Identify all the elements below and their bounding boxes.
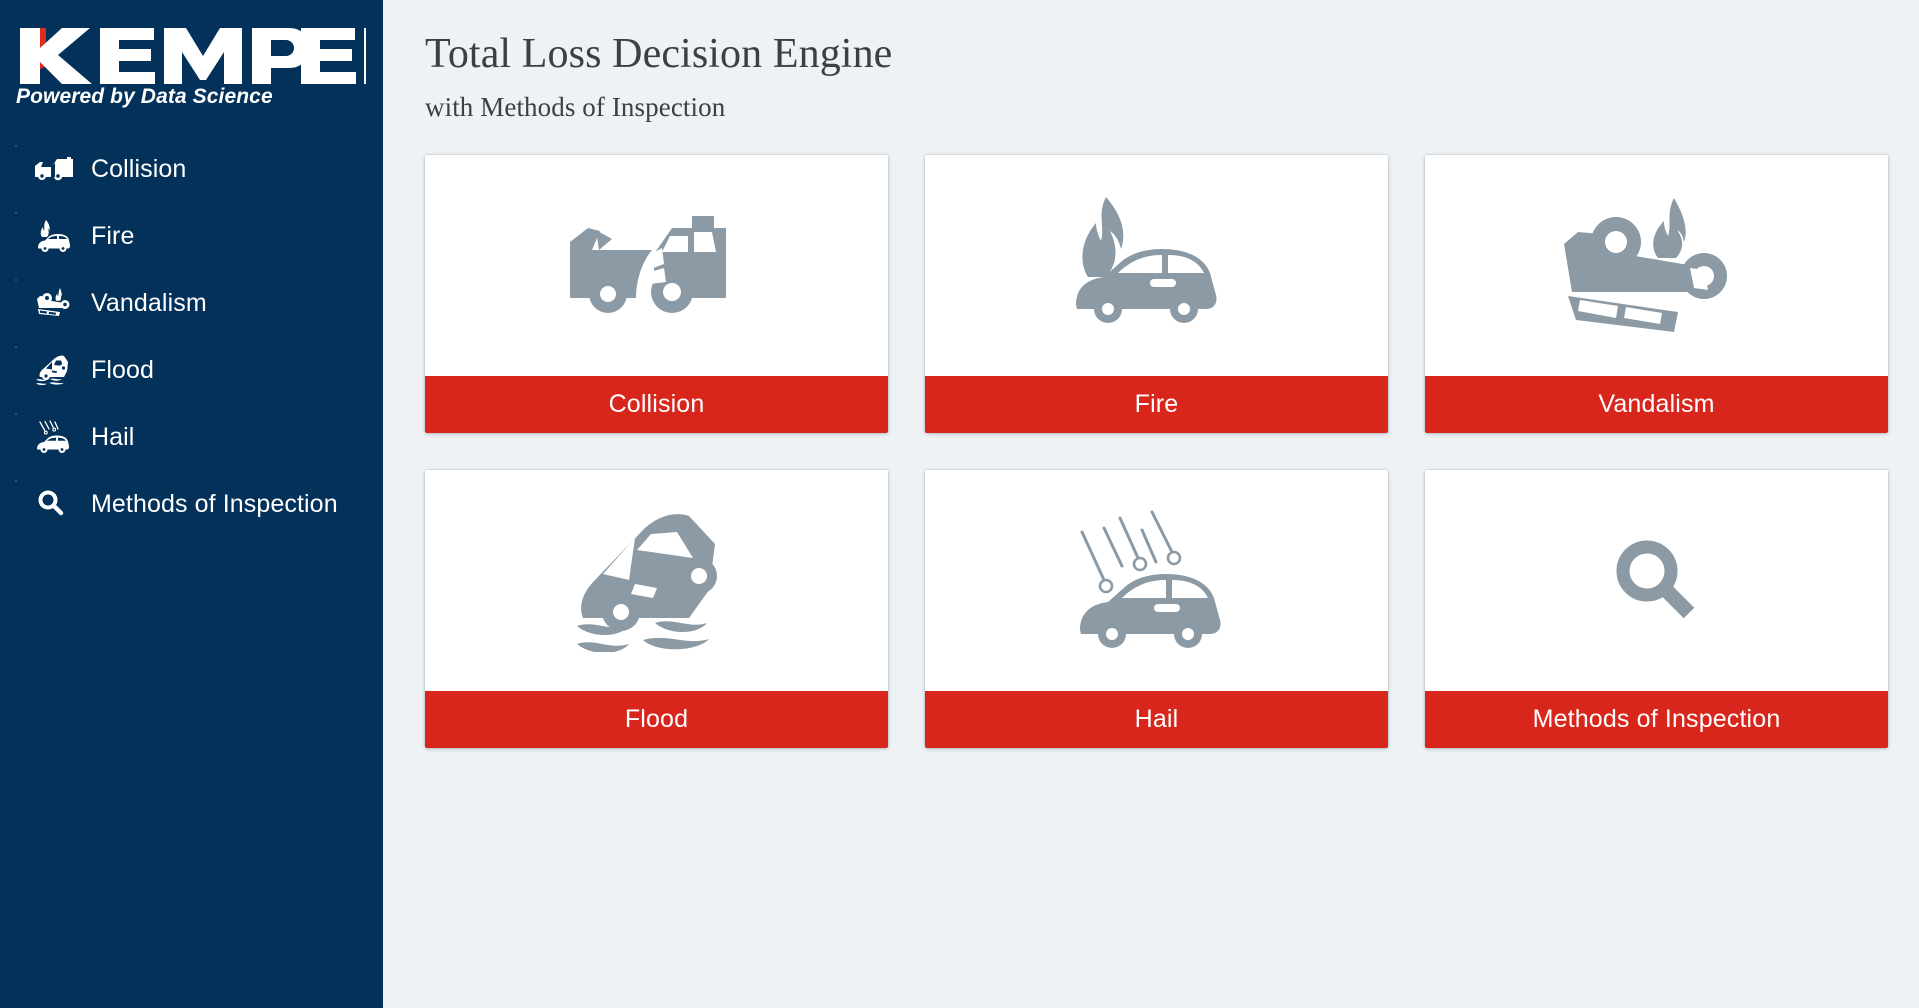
sidebar-nav: Collision Fire Vandalism Flood Hail Meth… <box>0 145 383 526</box>
card-artwork <box>425 470 888 692</box>
app-root: Powered by Data Science Collision Fire V… <box>0 0 1919 1008</box>
card-artwork <box>925 155 1388 377</box>
sidebar-item-label: Methods of Inspection <box>91 489 338 518</box>
page-subtitle: with Methods of Inspection <box>425 92 726 123</box>
overturned-car-fire-icon <box>1562 196 1752 336</box>
brand-logo[interactable]: Powered by Data Science <box>0 0 383 109</box>
car-hail-icon <box>34 418 78 456</box>
sidebar-item-label: Collision <box>91 154 187 183</box>
card-hail[interactable]: Hail <box>925 470 1388 749</box>
card-label: Vandalism <box>1598 390 1715 419</box>
brand-tagline: Powered by Data Science <box>16 85 273 108</box>
card-band: Methods of Inspection <box>1425 691 1888 749</box>
search-icon <box>1613 537 1701 625</box>
card-band: Hail <box>925 691 1388 749</box>
sidebar: Powered by Data Science Collision Fire V… <box>0 0 383 1008</box>
nav-bullet-dot <box>15 212 17 214</box>
car-hail-icon <box>1078 508 1236 654</box>
loss-type-card-grid: Collision Fire Vandalism Flood Hail Meth… <box>425 155 1919 749</box>
card-band: Collision <box>425 376 888 434</box>
search-icon <box>34 485 78 523</box>
collision-cars-icon <box>566 206 748 326</box>
nav-bullet-dot <box>15 413 17 415</box>
card-flood[interactable]: Flood <box>425 470 888 749</box>
sidebar-item-fire[interactable]: Fire <box>0 212 383 258</box>
card-artwork <box>925 470 1388 692</box>
card-label: Hail <box>1134 705 1179 734</box>
sidebar-item-vandalism[interactable]: Vandalism <box>0 279 383 325</box>
card-artwork <box>425 155 888 377</box>
kemper-wordmark <box>14 22 366 84</box>
kemper-logo-icon <box>20 28 366 84</box>
card-label: Flood <box>624 705 689 734</box>
sidebar-item-methods-of-inspection[interactable]: Methods of Inspection <box>0 480 383 526</box>
card-collision[interactable]: Collision <box>425 155 888 434</box>
card-band: Flood <box>425 691 888 749</box>
sidebar-item-label: Vandalism <box>91 288 207 317</box>
nav-bullet-dot <box>15 145 17 147</box>
card-label: Collision <box>608 390 705 419</box>
sidebar-item-collision[interactable]: Collision <box>0 145 383 191</box>
sidebar-item-label: Hail <box>91 422 135 451</box>
card-band: Fire <box>925 376 1388 434</box>
sidebar-item-hail[interactable]: Hail <box>0 413 383 459</box>
main-content: Total Loss Decision Engine with Methods … <box>383 0 1919 1008</box>
car-flood-icon <box>573 510 741 652</box>
nav-bullet-dot <box>15 279 17 281</box>
card-label: Fire <box>1134 390 1179 419</box>
collision-cars-icon <box>34 150 78 188</box>
card-artwork <box>1425 155 1888 377</box>
sidebar-item-label: Flood <box>91 355 155 384</box>
car-flood-icon <box>34 351 78 389</box>
car-fire-icon <box>1074 195 1240 337</box>
card-fire[interactable]: Fire <box>925 155 1388 434</box>
overturned-car-fire-icon <box>34 284 78 322</box>
card-methods-of-inspection[interactable]: Methods of Inspection <box>1425 470 1888 749</box>
card-band: Vandalism <box>1425 376 1888 434</box>
nav-bullet-dot <box>15 346 17 348</box>
sidebar-item-flood[interactable]: Flood <box>0 346 383 392</box>
card-vandalism[interactable]: Vandalism <box>1425 155 1888 434</box>
car-fire-icon <box>34 217 78 255</box>
card-artwork <box>1425 470 1888 692</box>
page-title: Total Loss Decision Engine <box>425 31 893 77</box>
nav-bullet-dot <box>15 480 17 482</box>
sidebar-item-label: Fire <box>91 221 135 250</box>
card-label: Methods of Inspection <box>1532 705 1781 734</box>
